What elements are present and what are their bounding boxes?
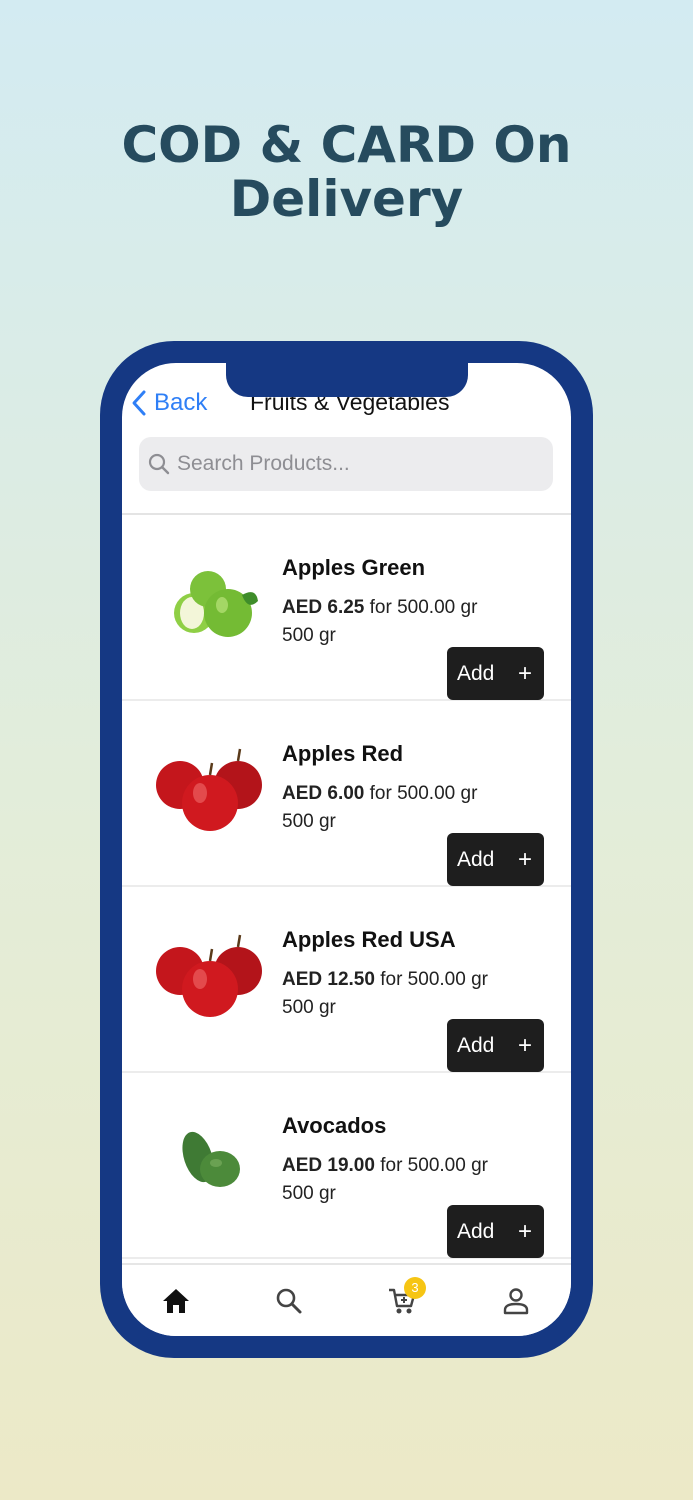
product-item[interactable]: Apples Red AED 6.00 for 500.00 gr 500 gr…: [122, 701, 571, 887]
back-label: Back: [154, 389, 208, 416]
add-button[interactable]: Add +: [447, 833, 544, 886]
product-name: Avocados: [282, 1113, 387, 1138]
phone-frame: Back Fruits & Vegetables Search Products…: [100, 341, 593, 1358]
product-list: Apples Green AED 6.25 for 500.00 gr 500 …: [122, 515, 571, 1259]
product-price: AED 19.00 for 500.00 gr: [282, 1155, 488, 1177]
search-input[interactable]: Search Products...: [139, 437, 553, 491]
price-per: for 500.00 gr: [364, 597, 478, 618]
plus-icon: +: [517, 1031, 532, 1059]
product-price: AED 6.25 for 500.00 gr: [282, 597, 477, 619]
product-unit: 500 gr: [282, 811, 336, 832]
price-per: for 500.00 gr: [374, 969, 488, 990]
product-item[interactable]: Apples Red USA AED 12.50 for 500.00 gr 5…: [122, 887, 571, 1073]
product-unit: 500 gr: [282, 997, 336, 1018]
price-per: for 500.00 gr: [364, 783, 478, 804]
chevron-left-icon: [132, 390, 146, 416]
add-label: Add: [457, 1033, 495, 1057]
product-name: Apples Green: [282, 555, 426, 580]
product-name: Apples Red USA: [282, 927, 456, 952]
price-amount: AED 19.00: [282, 1155, 375, 1176]
add-button[interactable]: Add +: [447, 1019, 544, 1072]
avocados-image: [166, 1121, 254, 1201]
cart-badge: 3: [404, 1277, 426, 1299]
price-amount: AED 6.25: [282, 597, 365, 618]
profile-icon[interactable]: [500, 1285, 532, 1317]
price-amount: AED 6.00: [282, 783, 365, 804]
product-item[interactable]: Avocados AED 19.00 for 500.00 gr 500 gr …: [122, 1073, 571, 1259]
product-item[interactable]: Apples Green AED 6.25 for 500.00 gr 500 …: [122, 515, 571, 701]
headline-line-2: Delivery: [229, 170, 464, 228]
product-price: AED 12.50 for 500.00 gr: [282, 969, 488, 991]
headline-line-1: COD & CARD On: [121, 116, 572, 174]
search-placeholder: Search Products...: [177, 452, 350, 475]
price-amount: AED 12.50: [282, 969, 375, 990]
red-apples-image: [154, 747, 266, 835]
price-per: for 500.00 gr: [374, 1155, 488, 1176]
add-button[interactable]: Add +: [447, 647, 544, 700]
plus-icon: +: [517, 1217, 532, 1245]
search-icon: [148, 453, 170, 475]
plus-icon: +: [517, 845, 532, 873]
add-button[interactable]: Add +: [447, 1205, 544, 1258]
add-label: Add: [457, 847, 495, 871]
add-label: Add: [457, 1219, 495, 1243]
product-unit: 500 gr: [282, 1183, 336, 1204]
red-apples-usa-image: [154, 933, 266, 1021]
headline: COD & CARD On Delivery: [0, 118, 693, 226]
product-name: Apples Red: [282, 741, 404, 766]
search-icon[interactable]: [273, 1285, 305, 1317]
phone-notch: [226, 363, 468, 397]
plus-icon: +: [517, 659, 532, 687]
product-unit: 500 gr: [282, 625, 336, 646]
tab-bar: 3: [122, 1263, 571, 1336]
phone-screen: Back Fruits & Vegetables Search Products…: [122, 363, 571, 1336]
home-icon[interactable]: [160, 1285, 192, 1317]
green-apples-image: [158, 563, 262, 643]
product-price: AED 6.00 for 500.00 gr: [282, 783, 477, 805]
back-button[interactable]: Back: [130, 389, 207, 417]
add-label: Add: [457, 661, 495, 685]
